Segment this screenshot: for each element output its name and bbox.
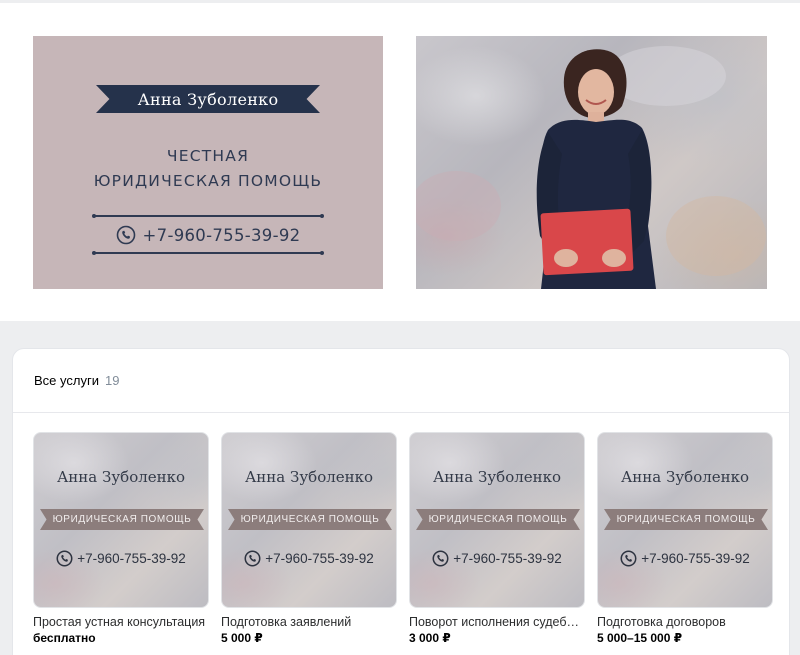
thumb-name: Анна Зуболенко bbox=[56, 468, 186, 486]
thumb-band-label: ЮРИДИЧЕСКАЯ ПОМОЩЬ bbox=[616, 514, 756, 525]
thumb-band: ЮРИДИЧЕСКАЯ ПОМОЩЬ bbox=[40, 509, 204, 530]
thumb-band-label: ЮРИДИЧЕСКАЯ ПОМОЩЬ bbox=[52, 514, 192, 525]
services-header[interactable]: Все услуги 19 bbox=[13, 349, 789, 413]
service-thumbnail[interactable]: Анна Зуболенко ЮРИДИЧЕСКАЯ ПОМОЩЬ +7-960… bbox=[33, 432, 209, 608]
services-count: 19 bbox=[104, 373, 120, 388]
service-name[interactable]: Подготовка заявлений bbox=[221, 615, 397, 629]
thumb-band-label: ЮРИДИЧЕСКАЯ ПОМОЩЬ bbox=[428, 514, 568, 525]
services-section: Все услуги 19 Анна Зуболенко ЮРИДИЧЕСКАЯ… bbox=[12, 348, 790, 655]
thumb-band-label: ЮРИДИЧЕСКАЯ ПОМОЩЬ bbox=[240, 514, 380, 525]
thumb-phone-number: +7-960-755-39-92 bbox=[77, 550, 186, 566]
service-name[interactable]: Поворот исполнения судебного решения bbox=[409, 615, 585, 629]
cover-name-ribbon: Анна Зуболенко bbox=[96, 85, 320, 113]
thumb-phone-number: +7-960-755-39-92 bbox=[641, 550, 750, 566]
service-card[interactable]: Анна Зуболенко ЮРИДИЧЕСКАЯ ПОМОЩЬ +7-960… bbox=[33, 432, 209, 645]
cover-phone: +7-960-755-39-92 bbox=[33, 223, 383, 247]
service-card[interactable]: Анна Зуболенко ЮРИДИЧЕСКАЯ ПОМОЩЬ +7-960… bbox=[221, 432, 397, 645]
service-price: 5 000–15 000 ₽ bbox=[597, 631, 683, 645]
phone-icon bbox=[244, 550, 261, 566]
service-thumbnail[interactable]: Анна Зуболенко ЮРИДИЧЕСКАЯ ПОМОЩЬ +7-960… bbox=[221, 432, 397, 608]
services-title[interactable]: Все услуги bbox=[34, 373, 99, 388]
thumb-phone-number: +7-960-755-39-92 bbox=[453, 550, 562, 566]
service-price: бесплатно bbox=[33, 631, 96, 645]
divider bbox=[92, 213, 324, 217]
woman-portrait-image bbox=[416, 46, 766, 289]
thumb-name: Анна Зуболенко bbox=[244, 468, 374, 486]
cover-business-card: Анна Зуболенко ЧЕСТНАЯ ЮРИДИЧЕСКАЯ ПОМОЩ… bbox=[33, 36, 383, 289]
phone-icon bbox=[56, 550, 73, 566]
cover-name: Анна Зуболенко bbox=[137, 89, 279, 109]
thumb-phone-number: +7-960-755-39-92 bbox=[265, 550, 374, 566]
service-thumbnail[interactable]: Анна Зуболенко ЮРИДИЧЕСКАЯ ПОМОЩЬ +7-960… bbox=[597, 432, 773, 608]
phone-icon bbox=[620, 550, 637, 566]
thumb-name: Анна Зуболенко bbox=[432, 468, 562, 486]
divider bbox=[92, 250, 324, 254]
cover-tagline-line1: ЧЕСТНАЯ bbox=[166, 147, 250, 165]
service-card[interactable]: Анна Зуболенко ЮРИДИЧЕСКАЯ ПОМОЩЬ +7-960… bbox=[409, 432, 585, 645]
thumb-phone: +7-960-755-39-92 bbox=[222, 547, 396, 569]
service-card[interactable]: Анна Зуболенко ЮРИДИЧЕСКАЯ ПОМОЩЬ +7-960… bbox=[597, 432, 773, 645]
phone-icon bbox=[116, 225, 135, 245]
community-cover: Анна Зуболенко ЧЕСТНАЯ ЮРИДИЧЕСКАЯ ПОМОЩ… bbox=[0, 3, 800, 321]
cover-tagline-line2: ЮРИДИЧЕСКАЯ ПОМОЩЬ bbox=[93, 172, 323, 190]
thumb-phone: +7-960-755-39-92 bbox=[34, 547, 208, 569]
cover-photo bbox=[416, 36, 767, 289]
thumb-band: ЮРИДИЧЕСКАЯ ПОМОЩЬ bbox=[228, 509, 392, 530]
cover-tagline: ЧЕСТНАЯ ЮРИДИЧЕСКАЯ ПОМОЩЬ bbox=[33, 144, 383, 194]
service-name[interactable]: Простая устная консультация bbox=[33, 615, 209, 629]
thumb-phone: +7-960-755-39-92 bbox=[598, 547, 772, 569]
service-price: 3 000 ₽ bbox=[409, 631, 451, 645]
thumb-band: ЮРИДИЧЕСКАЯ ПОМОЩЬ bbox=[604, 509, 768, 530]
thumb-phone: +7-960-755-39-92 bbox=[410, 547, 584, 569]
phone-icon bbox=[432, 550, 449, 566]
service-name[interactable]: Подготовка договоров bbox=[597, 615, 773, 629]
service-price: 5 000 ₽ bbox=[221, 631, 263, 645]
cover-phone-number: +7-960-755-39-92 bbox=[142, 225, 301, 245]
thumb-name: Анна Зуболенко bbox=[620, 468, 750, 486]
service-thumbnail[interactable]: Анна Зуболенко ЮРИДИЧЕСКАЯ ПОМОЩЬ +7-960… bbox=[409, 432, 585, 608]
thumb-band: ЮРИДИЧЕСКАЯ ПОМОЩЬ bbox=[416, 509, 580, 530]
